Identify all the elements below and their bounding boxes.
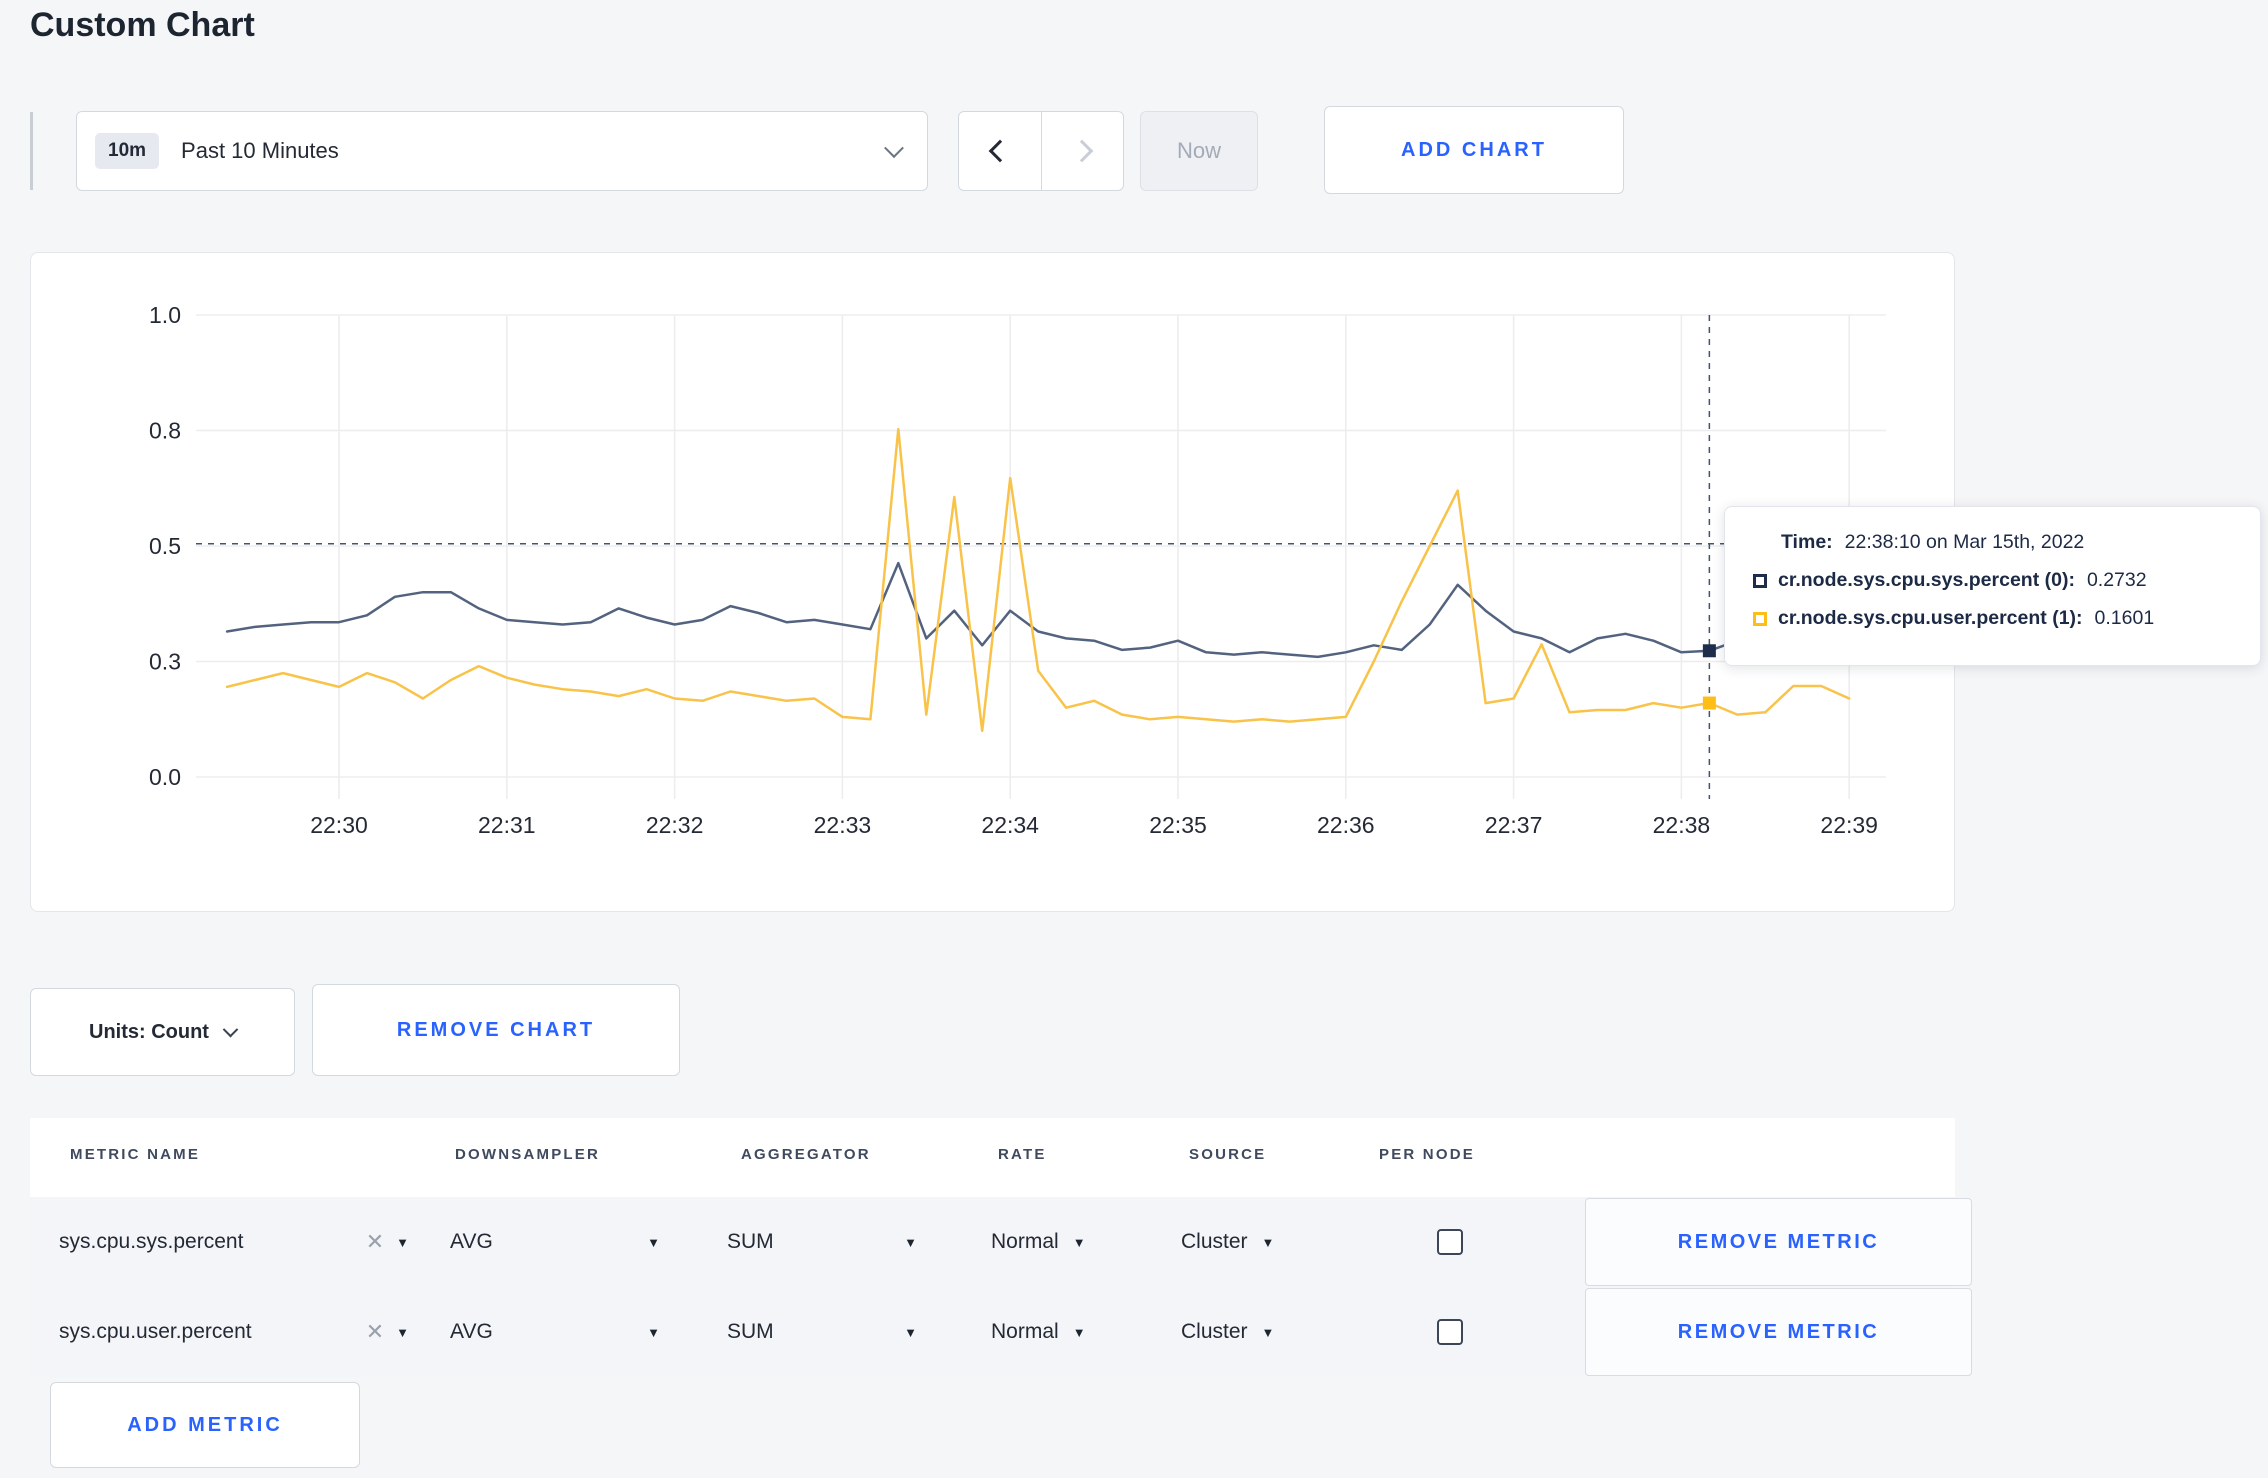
clear-metric-icon[interactable]: ✕ [366, 1319, 384, 1345]
x-axis-tick-label: 22:32 [646, 812, 704, 838]
x-axis-tick-label: 22:39 [1820, 812, 1878, 838]
column-header-metric-name: METRIC NAME [70, 1146, 201, 1163]
rate-select[interactable]: Normal ▼ [991, 1287, 1086, 1377]
metrics-table: METRIC NAME DOWNSAMPLER AGGREGATOR RATE … [30, 1118, 1972, 1377]
remove-chart-button[interactable]: REMOVE CHART [312, 984, 680, 1076]
metric-name-select[interactable]: sys.cpu.sys.percent ✕ ▼ [59, 1197, 409, 1287]
crosshair-dot-0 [1702, 644, 1716, 658]
caret-down-icon: ▼ [647, 1324, 660, 1340]
aggregator-value: SUM [727, 1320, 774, 1343]
y-axis-tick-label: 0.8 [149, 418, 181, 444]
downsampler-select[interactable]: AVG ▼ [450, 1287, 660, 1377]
time-nav-arrows [958, 111, 1124, 191]
series-line-1 [225, 427, 1851, 733]
rate-value: Normal [991, 1230, 1059, 1253]
metric-name-value: sys.cpu.sys.percent [59, 1230, 244, 1253]
caret-down-icon: ▼ [904, 1324, 917, 1340]
metric-name-select[interactable]: sys.cpu.user.percent ✕ ▼ [59, 1287, 409, 1377]
next-interval-button[interactable] [1042, 112, 1124, 190]
metric-row: sys.cpu.sys.percent ✕ ▼ AVG ▼ SUM ▼ Norm… [30, 1197, 1972, 1287]
series-user-swatch-icon [1753, 611, 1767, 626]
source-select[interactable]: Cluster ▼ [1181, 1287, 1274, 1377]
x-axis-tick-label: 22:30 [310, 812, 368, 838]
tooltip-time-label: Time: [1781, 531, 1833, 553]
caret-down-icon: ▼ [904, 1234, 917, 1250]
tooltip-series-row: cr.node.sys.cpu.sys.percent (0): 0.2732 [1753, 569, 2260, 592]
aggregator-value: SUM [727, 1230, 774, 1253]
caret-down-icon: ▼ [396, 1324, 409, 1340]
x-axis-tick-label: 22:33 [814, 812, 872, 838]
tooltip-time-row: Time: 22:38:10 on Mar 15th, 2022 [1781, 531, 2260, 554]
x-axis-tick-label: 22:31 [478, 812, 536, 838]
y-axis-tick-label: 1.0 [149, 302, 181, 328]
toolbar-divider [30, 112, 33, 190]
y-axis-tick-label: 0.5 [149, 533, 181, 559]
column-header-source: SOURCE [1189, 1146, 1267, 1163]
tooltip-series-label: cr.node.sys.cpu.user.percent (1): [1778, 607, 2083, 629]
tooltip-series-label: cr.node.sys.cpu.sys.percent (0): [1778, 569, 2075, 591]
rate-select[interactable]: Normal ▼ [991, 1197, 1086, 1287]
chart-card: 0.0 0.3 0.5 0.8 1.0 22:30 22:31 22:32 22:33 22:34… [30, 252, 2261, 913]
add-chart-button[interactable]: ADD CHART [1324, 106, 1624, 194]
x-axis-tick-label: 22:38 [1653, 812, 1711, 838]
x-axis-tick-label: 22:36 [1317, 812, 1375, 838]
units-dropdown[interactable]: Units: Count [30, 988, 295, 1076]
column-header-per-node: PER NODE [1379, 1146, 1475, 1163]
chevron-right-icon [1070, 139, 1094, 163]
downsampler-value: AVG [450, 1320, 493, 1343]
y-axis-tick-label: 0.0 [149, 764, 181, 790]
remove-metric-button[interactable]: REMOVE METRIC [1585, 1288, 1972, 1376]
units-label: Units: Count [89, 1020, 209, 1043]
caret-down-icon: ▼ [1261, 1234, 1275, 1250]
x-axis-tick-label: 22:34 [981, 812, 1039, 838]
per-node-checkbox[interactable] [1437, 1319, 1463, 1345]
x-axis-tick-label: 22:37 [1485, 812, 1543, 838]
rate-value: Normal [991, 1320, 1059, 1343]
tooltip-series-value: 0.1601 [2094, 607, 2155, 629]
series-line-0 [225, 561, 1851, 659]
gridlines [196, 314, 1886, 799]
chart-hover-tooltip: Time: 22:38:10 on Mar 15th, 2022 cr.node… [1724, 506, 2261, 666]
source-value: Cluster [1181, 1320, 1248, 1343]
tooltip-time-value: 22:38:10 on Mar 15th, 2022 [1844, 531, 2085, 553]
y-axis-tick-label: 0.3 [149, 649, 181, 675]
prev-interval-button[interactable] [959, 112, 1042, 190]
downsampler-select[interactable]: AVG ▼ [450, 1197, 660, 1287]
time-range-badge: 10m [95, 133, 160, 169]
page-title: Custom Chart [30, 6, 255, 44]
downsampler-value: AVG [450, 1230, 493, 1253]
chevron-down-icon [884, 138, 904, 159]
column-header-downsampler: DOWNSAMPLER [455, 1146, 601, 1163]
metric-name-value: sys.cpu.user.percent [59, 1320, 252, 1343]
x-axis-tick-label: 22:35 [1149, 812, 1207, 838]
caret-down-icon: ▼ [647, 1234, 660, 1250]
per-node-checkbox[interactable] [1437, 1229, 1463, 1255]
column-header-rate: RATE [998, 1146, 1047, 1163]
metric-row: sys.cpu.user.percent ✕ ▼ AVG ▼ SUM ▼ Nor… [30, 1287, 1972, 1377]
crosshair-dot-1 [1702, 696, 1716, 710]
tooltip-series-value: 0.2732 [2086, 569, 2147, 591]
aggregator-select[interactable]: SUM ▼ [727, 1197, 917, 1287]
caret-down-icon: ▼ [1261, 1324, 1275, 1340]
timeseries-chart[interactable]: 0.0 0.3 0.5 0.8 1.0 22:30 22:31 22:32 22:33 22:34… [31, 253, 1956, 913]
series-sys-swatch-icon [1753, 573, 1767, 588]
time-range-dropdown[interactable]: 10m Past 10 Minutes [76, 111, 928, 191]
column-header-aggregator: AGGREGATOR [741, 1146, 871, 1163]
now-button[interactable]: Now [1140, 111, 1258, 191]
metrics-table-header: METRIC NAME DOWNSAMPLER AGGREGATOR RATE … [30, 1118, 1955, 1197]
caret-down-icon: ▼ [396, 1234, 409, 1250]
add-metric-button[interactable]: ADD METRIC [50, 1382, 360, 1468]
caret-down-icon: ▼ [1072, 1324, 1086, 1340]
chevron-left-icon [988, 139, 1012, 163]
clear-metric-icon[interactable]: ✕ [366, 1229, 384, 1255]
aggregator-select[interactable]: SUM ▼ [727, 1287, 917, 1377]
source-select[interactable]: Cluster ▼ [1181, 1197, 1274, 1287]
chevron-down-icon [222, 1021, 239, 1037]
remove-metric-button[interactable]: REMOVE METRIC [1585, 1198, 1972, 1286]
source-value: Cluster [1181, 1230, 1248, 1253]
caret-down-icon: ▼ [1072, 1234, 1086, 1250]
time-range-label: Past 10 Minutes [181, 138, 339, 163]
tooltip-series-row: cr.node.sys.cpu.user.percent (1): 0.1601 [1753, 607, 2260, 630]
